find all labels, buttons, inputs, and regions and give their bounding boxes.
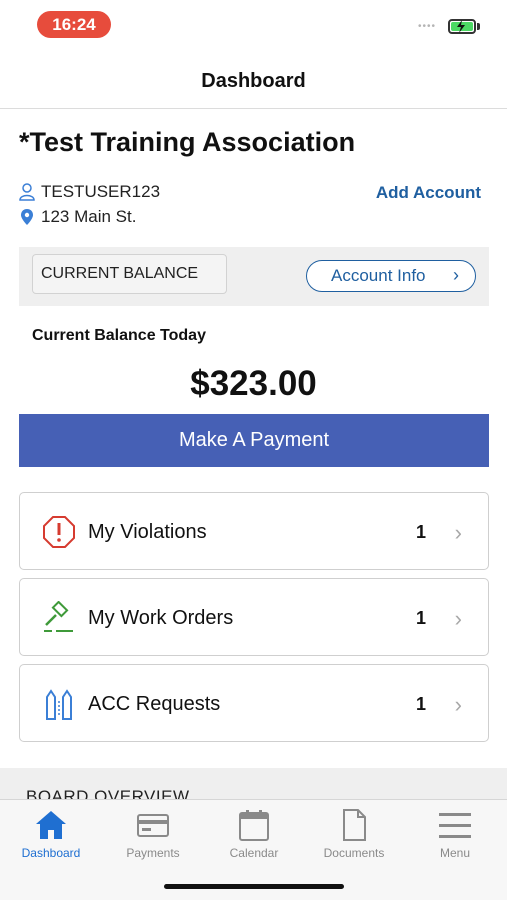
card-count: 1 [415, 608, 426, 628]
address-row: 123 Main St. [19, 207, 136, 227]
account-info-button[interactable]: Account Info › [306, 260, 476, 292]
home-icon [36, 811, 66, 839]
user-row: TESTUSER123 [19, 182, 160, 202]
tab-label: Calendar [229, 846, 279, 860]
status-bar: 16:24 •••• [0, 0, 507, 52]
document-icon [343, 809, 366, 841]
work-orders-card[interactable]: My Work Orders 1 › [19, 578, 489, 656]
card-label: My Violations [88, 521, 207, 543]
acc-request-icon [46, 689, 72, 720]
menu-icon [439, 813, 471, 838]
calendar-icon [239, 810, 269, 841]
battery-cap [477, 23, 480, 30]
signal-icon: •••• [418, 21, 437, 32]
chevron-right-icon: › [454, 692, 462, 717]
balance-header: CURRENT BALANCE Account Info › [19, 247, 489, 306]
tab-dashboard[interactable]: Dashboard [1, 808, 101, 860]
current-balance-label: CURRENT BALANCE [32, 254, 227, 294]
board-overview-section: BOARD OVERVIEW [0, 768, 507, 800]
violation-octagon-icon [43, 516, 75, 548]
make-payment-button[interactable]: Make A Payment [19, 414, 489, 467]
page-title: Dashboard [201, 70, 306, 92]
address: 123 Main St. [41, 207, 137, 226]
card-count: 1 [415, 522, 426, 542]
nav-bar: Dashboard [0, 52, 507, 109]
tab-label: Dashboard [21, 846, 81, 860]
violations-card[interactable]: My Violations 1 › [19, 492, 489, 570]
card-label: ACC Requests [88, 693, 221, 715]
association-name: *Test Training Association [19, 127, 356, 157]
chevron-right-icon: › [453, 265, 459, 285]
tab-label: Payments [126, 846, 180, 860]
chevron-right-icon: › [454, 520, 462, 545]
tab-label: Menu [439, 846, 471, 860]
tab-label: Documents [323, 846, 385, 860]
tab-documents[interactable]: Documents [304, 808, 404, 860]
tab-payments[interactable]: Payments [103, 808, 203, 860]
add-account-link[interactable]: Add Account [376, 183, 481, 203]
balance-today-label: Current Balance Today [32, 327, 206, 344]
hammer-icon [44, 601, 73, 632]
location-pin-icon [21, 209, 33, 225]
balance-amount: $323.00 [190, 364, 317, 403]
card-count: 1 [415, 694, 426, 714]
username: TESTUSER123 [41, 182, 161, 201]
home-indicator[interactable] [164, 884, 344, 889]
tab-menu[interactable]: Menu [405, 808, 505, 860]
credit-card-icon [137, 814, 169, 837]
status-time: 16:24 [37, 11, 111, 38]
battery-icon [448, 19, 476, 34]
chevron-right-icon: › [454, 606, 462, 631]
card-label: My Work Orders [88, 607, 234, 629]
user-icon [19, 183, 35, 201]
account-info-label: Account Info [331, 266, 426, 285]
acc-requests-card[interactable]: ACC Requests 1 › [19, 664, 489, 742]
tab-calendar[interactable]: Calendar [204, 808, 304, 860]
